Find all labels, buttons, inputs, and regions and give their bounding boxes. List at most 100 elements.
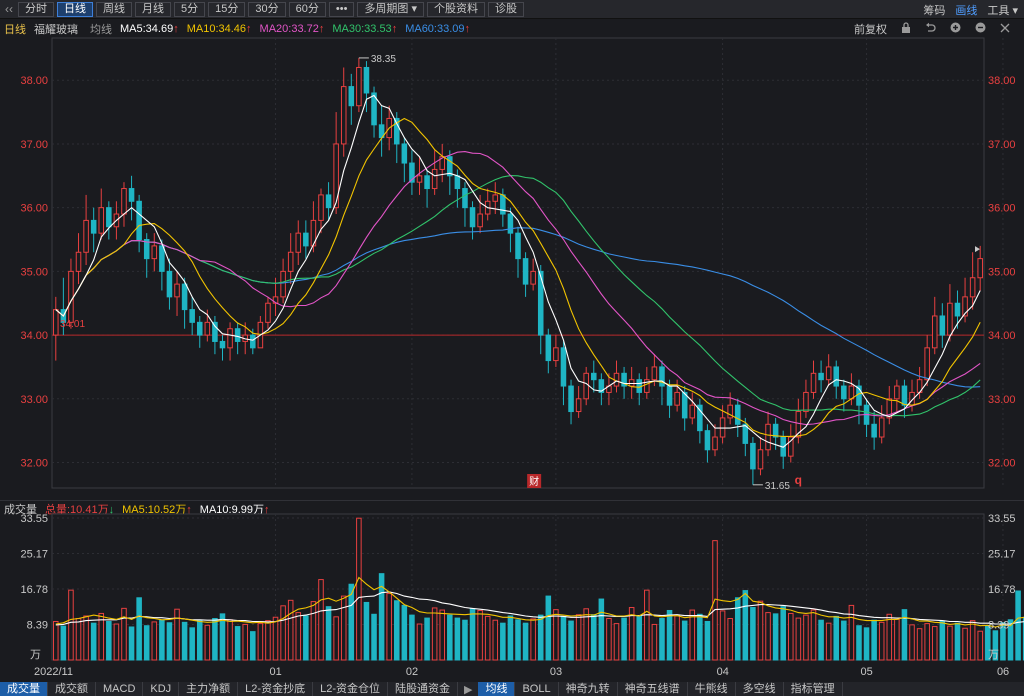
volume-bar (522, 622, 529, 661)
overlay-tab-5[interactable]: 多空线 (736, 682, 784, 696)
overlay-tab-0[interactable]: 均线 (478, 682, 516, 696)
volume-bar (75, 618, 82, 661)
volume-bar (181, 621, 188, 661)
volume-bar (863, 627, 870, 661)
volume-bar (1015, 590, 1021, 661)
volume-bar (340, 595, 347, 661)
volume-bar (780, 606, 786, 661)
candle-body (878, 417, 885, 438)
candle-body (515, 232, 521, 260)
candle-body (803, 391, 809, 413)
volume-bar (333, 616, 339, 661)
volume-bar (310, 601, 317, 661)
overlay-tab-2[interactable]: 神奇九转 (559, 682, 618, 696)
candle-body (166, 270, 173, 298)
volume-bar (916, 628, 923, 661)
overlay-tab-1[interactable]: BOLL (515, 682, 559, 696)
indicator-tab-3[interactable]: KDJ (143, 682, 180, 696)
overlay-tab-4[interactable]: 牛熊线 (688, 682, 736, 696)
candle-body (121, 188, 127, 215)
candle-body (969, 277, 976, 298)
volume-bar (537, 614, 544, 661)
candle-body (954, 302, 961, 317)
candle-body (318, 194, 324, 221)
candle-body (454, 175, 461, 190)
volume-bar (886, 613, 893, 661)
volume-bar (795, 617, 802, 661)
ma20-line (55, 151, 981, 426)
candle-body (250, 334, 256, 349)
candle-body (750, 442, 756, 470)
candle-body (628, 379, 635, 387)
indicator-tab-6[interactable]: L2-资金仓位 (313, 682, 388, 696)
candle-body (719, 417, 726, 438)
candle-body (75, 251, 82, 272)
volume-bar (151, 621, 158, 661)
x-tick-label: 06 (997, 666, 1009, 678)
volume-bar (621, 617, 627, 661)
volume-bar (447, 614, 453, 661)
volume-bar (83, 615, 89, 661)
volume-bar (121, 607, 127, 661)
candle-body (181, 283, 188, 311)
volume-bar (128, 626, 135, 661)
start-price-label: 34.01 (60, 319, 85, 330)
more-tabs-icon[interactable]: ▶ (458, 683, 478, 696)
volume-bar (227, 619, 233, 661)
indicator-tabs: 成交量 成交额 MACD KDJ 主力净额 L2-资金抄底 L2-资金仓位 陆股通资金 ▶ 均… (0, 682, 1024, 696)
volume-bar (174, 608, 180, 661)
candle-body (136, 200, 142, 241)
indicator-tab-5[interactable]: L2-资金抄底 (238, 682, 314, 696)
candle-body (431, 168, 438, 190)
volume-bar (431, 607, 438, 661)
price-tick-label-left: 32.00 (20, 458, 48, 470)
volume-bar (765, 612, 771, 661)
candle-body (977, 258, 983, 279)
volume-bar (454, 617, 461, 661)
overlay-tab-6[interactable]: 指标管理 (784, 682, 843, 696)
volume-bar (969, 620, 976, 661)
indicator-tab-1[interactable]: 成交额 (48, 682, 96, 696)
volume-bar (560, 615, 567, 661)
volume-bar (810, 609, 817, 661)
volume-bar (113, 623, 120, 661)
volume-bar (590, 614, 597, 661)
candle-body (68, 270, 74, 323)
volume-tick-label-right: 33.55 (988, 513, 1016, 525)
candle-body (568, 385, 574, 413)
volume-bar (788, 612, 794, 661)
indicator-tab-2[interactable]: MACD (96, 682, 144, 696)
candle-body (590, 372, 597, 381)
overlay-tab-3[interactable]: 神奇五线谱 (618, 682, 688, 696)
volume-bar (356, 517, 362, 661)
volume-ma-lines (55, 576, 1024, 628)
price-tick-label-left: 34.00 (20, 330, 48, 342)
volume-bar (568, 620, 574, 661)
volume-bar (825, 622, 832, 661)
volume-bar (727, 618, 733, 661)
candle-body (333, 143, 339, 209)
kline-chart[interactable]: 38.00 38.00 37.00 37.00 36.00 36.00 35.00 35.00… (0, 0, 1024, 682)
indicator-tab-4[interactable]: 主力净额 (179, 682, 239, 696)
volume-bar (924, 623, 930, 661)
candle-body (894, 385, 900, 400)
volume-bar (856, 625, 862, 661)
candle-body (219, 340, 226, 349)
indicator-tab-7[interactable]: 陆股通资金 (388, 682, 458, 696)
volume-bar (189, 627, 195, 661)
price-tick-label-right: 35.00 (988, 266, 1016, 278)
volume-bar (416, 623, 423, 661)
candle-body (234, 328, 241, 342)
candle-body (734, 404, 741, 425)
candle-body (469, 207, 476, 228)
volume-bar (250, 631, 256, 661)
volume-bar (515, 619, 521, 661)
volume-bar (530, 618, 536, 661)
volume-bar (318, 579, 324, 661)
price-tick-label-right: 37.00 (988, 139, 1016, 151)
indicator-tab-0[interactable]: 成交量 (0, 682, 48, 696)
candle-body (416, 175, 423, 183)
x-tick-label: 05 (861, 666, 873, 678)
candle-body (947, 302, 953, 336)
x-tick-label: 2022/11 (34, 666, 73, 678)
